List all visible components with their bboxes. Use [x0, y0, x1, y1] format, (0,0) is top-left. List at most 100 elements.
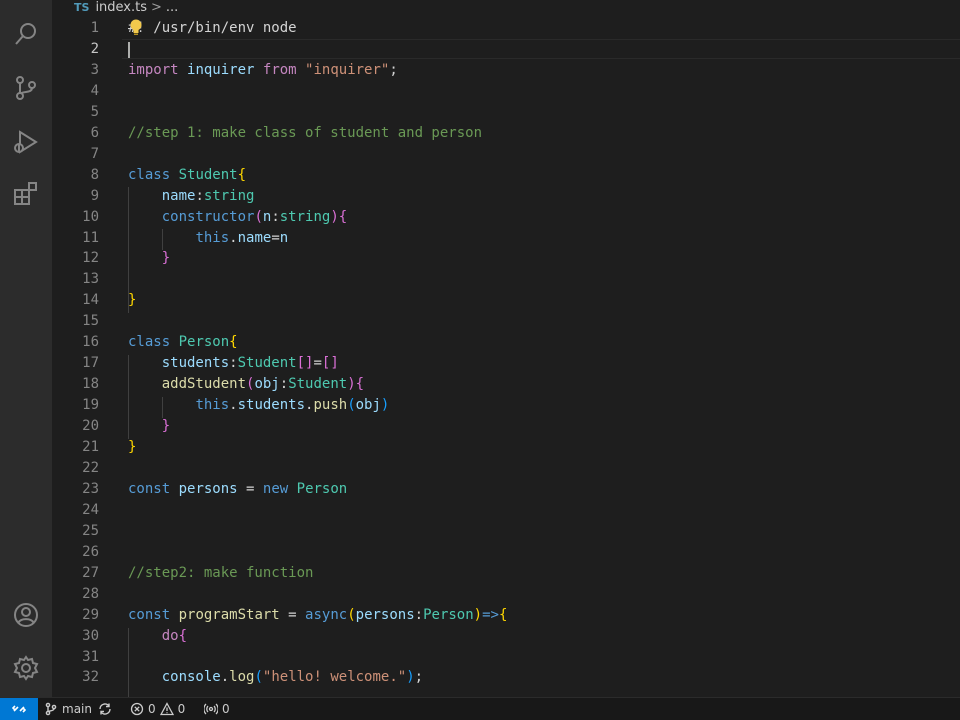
sync-button[interactable]	[98, 698, 112, 720]
code-token: )	[473, 606, 483, 623]
code-line[interactable]: 13	[52, 269, 960, 290]
code-token: obj	[254, 376, 280, 393]
code-line[interactable]: 17 students:Student[]=[]	[52, 353, 960, 374]
warning-count: 0	[177, 702, 186, 716]
code-line[interactable]: 16 class Person{	[52, 332, 960, 353]
lightbulb-icon[interactable]	[128, 18, 144, 36]
code-token: )	[330, 208, 339, 225]
breadcrumb-separator: >	[151, 0, 162, 15]
code-token: class	[128, 166, 171, 183]
code-line[interactable]: 10 constructor(n:string){	[52, 207, 960, 228]
code-text: this.name=n	[128, 228, 288, 249]
code-line[interactable]: 1 #! /usr/bin/env node	[52, 18, 960, 39]
code-token: string	[279, 208, 331, 225]
code-token: .	[229, 229, 238, 246]
source-control-icon[interactable]	[10, 72, 42, 104]
extensions-icon[interactable]	[10, 178, 42, 210]
code-line[interactable]: 32 console.log("hello! welcome.");	[52, 667, 960, 688]
code-token: class	[128, 334, 171, 351]
code-line[interactable]: 20 }	[52, 416, 960, 437]
settings-gear-icon[interactable]	[10, 652, 42, 684]
line-number: 1	[90, 20, 99, 36]
breadcrumb-file[interactable]: index.ts	[95, 0, 147, 15]
code-line[interactable]: 14}	[52, 290, 960, 311]
code-line[interactable]: 31	[52, 647, 960, 668]
code-line[interactable]: 8 class Student{	[52, 165, 960, 186]
code-line[interactable]: 15	[52, 311, 960, 332]
code-token: n	[279, 229, 289, 246]
code-line[interactable]: 29 const programStart = async(persons:Per…	[52, 605, 960, 626]
account-icon[interactable]	[10, 599, 42, 631]
code-token: }	[128, 292, 137, 309]
code-line[interactable]: 2	[52, 39, 960, 60]
line-number: 5	[90, 103, 99, 120]
line-number: 14	[82, 292, 99, 309]
code-token: []	[321, 355, 339, 372]
code-line[interactable]: 11 this.name=n	[52, 228, 960, 249]
code-line[interactable]: 25	[52, 521, 960, 542]
code-text: name:string	[128, 186, 255, 207]
code-token: string	[203, 187, 255, 204]
code-line[interactable]: 12 }	[52, 248, 960, 269]
line-number: 17	[82, 355, 99, 372]
code-line[interactable]: 26	[52, 542, 960, 563]
line-number: 32	[82, 669, 99, 686]
code-line[interactable]: 5	[52, 102, 960, 123]
code-line[interactable]: 18 addStudent(obj:Student){	[52, 374, 960, 395]
code-line[interactable]: 23 const persons = new Person	[52, 479, 960, 500]
code-token: (	[254, 208, 263, 225]
code-token: obj	[355, 397, 381, 414]
line-number: 24	[82, 501, 99, 518]
run-debug-icon[interactable]	[10, 126, 42, 158]
code-line[interactable]: 7	[52, 144, 960, 165]
problems-status[interactable]: 0 0	[130, 698, 185, 720]
code-line[interactable]: 30 do{	[52, 626, 960, 647]
line-number: 7	[90, 145, 99, 162]
code-editor[interactable]: 1 #! /usr/bin/env node 2 3 import inquirer f…	[52, 14, 960, 697]
code-text: constructor(n:string){	[128, 207, 347, 228]
sync-icon	[99, 703, 111, 715]
code-text: console.log("hello! welcome.");	[128, 667, 423, 688]
line-number: 16	[82, 334, 99, 351]
code-token: )	[406, 669, 415, 686]
remote-icon[interactable]	[0, 698, 38, 720]
code-token: {	[237, 166, 247, 183]
code-line[interactable]: 27 //step2: make function	[52, 563, 960, 584]
code-token: (	[347, 606, 356, 623]
code-token: log	[229, 669, 255, 686]
code-line[interactable]: 4	[52, 81, 960, 102]
code-line[interactable]: 6 //step 1: make class of student and per…	[52, 123, 960, 144]
code-line[interactable]: 19 this.students.push(obj)	[52, 395, 960, 416]
code-line[interactable]: 22	[52, 458, 960, 479]
git-branch-status[interactable]: main	[44, 698, 92, 720]
code-token: this	[195, 229, 230, 246]
search-icon[interactable]	[10, 18, 42, 50]
breadcrumb-symbols[interactable]: ...	[166, 0, 178, 15]
code-line[interactable]: 24	[52, 500, 960, 521]
line-number: 11	[82, 229, 99, 246]
typescript-file-icon: TS	[74, 0, 90, 14]
code-line[interactable]: 21}	[52, 437, 960, 458]
code-line[interactable]: 3 import inquirer from "inquirer";	[52, 60, 960, 81]
code-token: addStudent	[161, 376, 247, 393]
code-token: =	[279, 606, 306, 623]
code-token: //step2: make function	[128, 564, 314, 581]
line-number: 12	[82, 250, 99, 267]
error-icon	[130, 702, 144, 716]
code-token: )	[380, 397, 390, 414]
code-line[interactable]: 9 name:string	[52, 186, 960, 207]
code-text: class Person{	[128, 332, 238, 353]
code-token: Student	[178, 166, 238, 183]
ports-status[interactable]: 0	[204, 698, 230, 720]
code-line[interactable]: 28	[52, 584, 960, 605]
